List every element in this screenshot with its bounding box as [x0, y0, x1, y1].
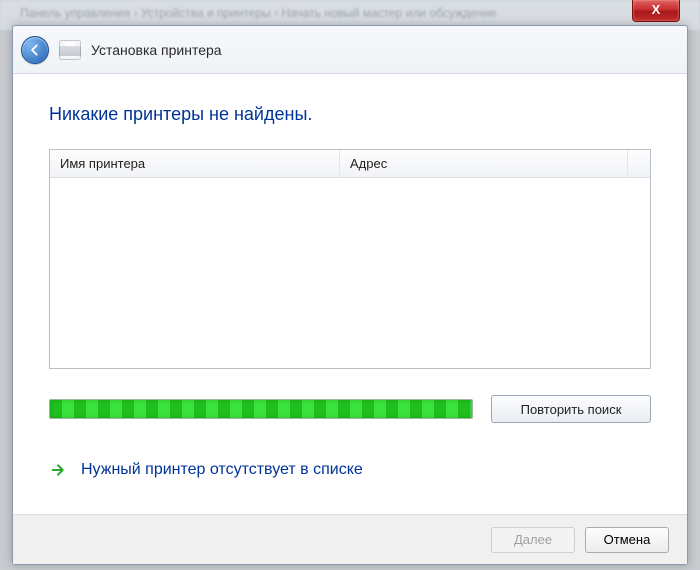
printer-not-listed-link[interactable]: Нужный принтер отсутствует в списке: [49, 461, 651, 479]
list-header: Имя принтера Адрес: [50, 150, 650, 178]
wizard-header: Установка принтера: [13, 26, 687, 74]
arrow-right-icon: [49, 461, 67, 479]
printer-icon: [59, 40, 81, 60]
window-close-button[interactable]: X: [632, 0, 680, 22]
page-heading: Никакие принтеры не найдены.: [49, 104, 651, 125]
arrow-left-icon: [28, 43, 42, 57]
cancel-button[interactable]: Отмена: [585, 527, 669, 553]
printer-list[interactable]: Имя принтера Адрес: [49, 149, 651, 369]
column-header-spacer: [628, 150, 650, 177]
column-header-address[interactable]: Адрес: [340, 150, 628, 177]
wizard-body: Никакие принтеры не найдены. Имя принтер…: [13, 74, 687, 514]
printer-not-listed-label: Нужный принтер отсутствует в списке: [81, 461, 363, 479]
add-printer-wizard: Установка принтера Никакие принтеры не н…: [12, 25, 688, 565]
back-button[interactable]: [21, 36, 49, 64]
wizard-title: Установка принтера: [91, 42, 222, 58]
column-header-name[interactable]: Имя принтера: [50, 150, 340, 177]
next-button: Далее: [491, 527, 575, 553]
search-again-button[interactable]: Повторить поиск: [491, 395, 651, 423]
progress-row: Повторить поиск: [49, 395, 651, 423]
progress-fill: [50, 400, 472, 418]
search-progress-bar: [49, 399, 473, 419]
wizard-footer: Далее Отмена: [13, 514, 687, 564]
